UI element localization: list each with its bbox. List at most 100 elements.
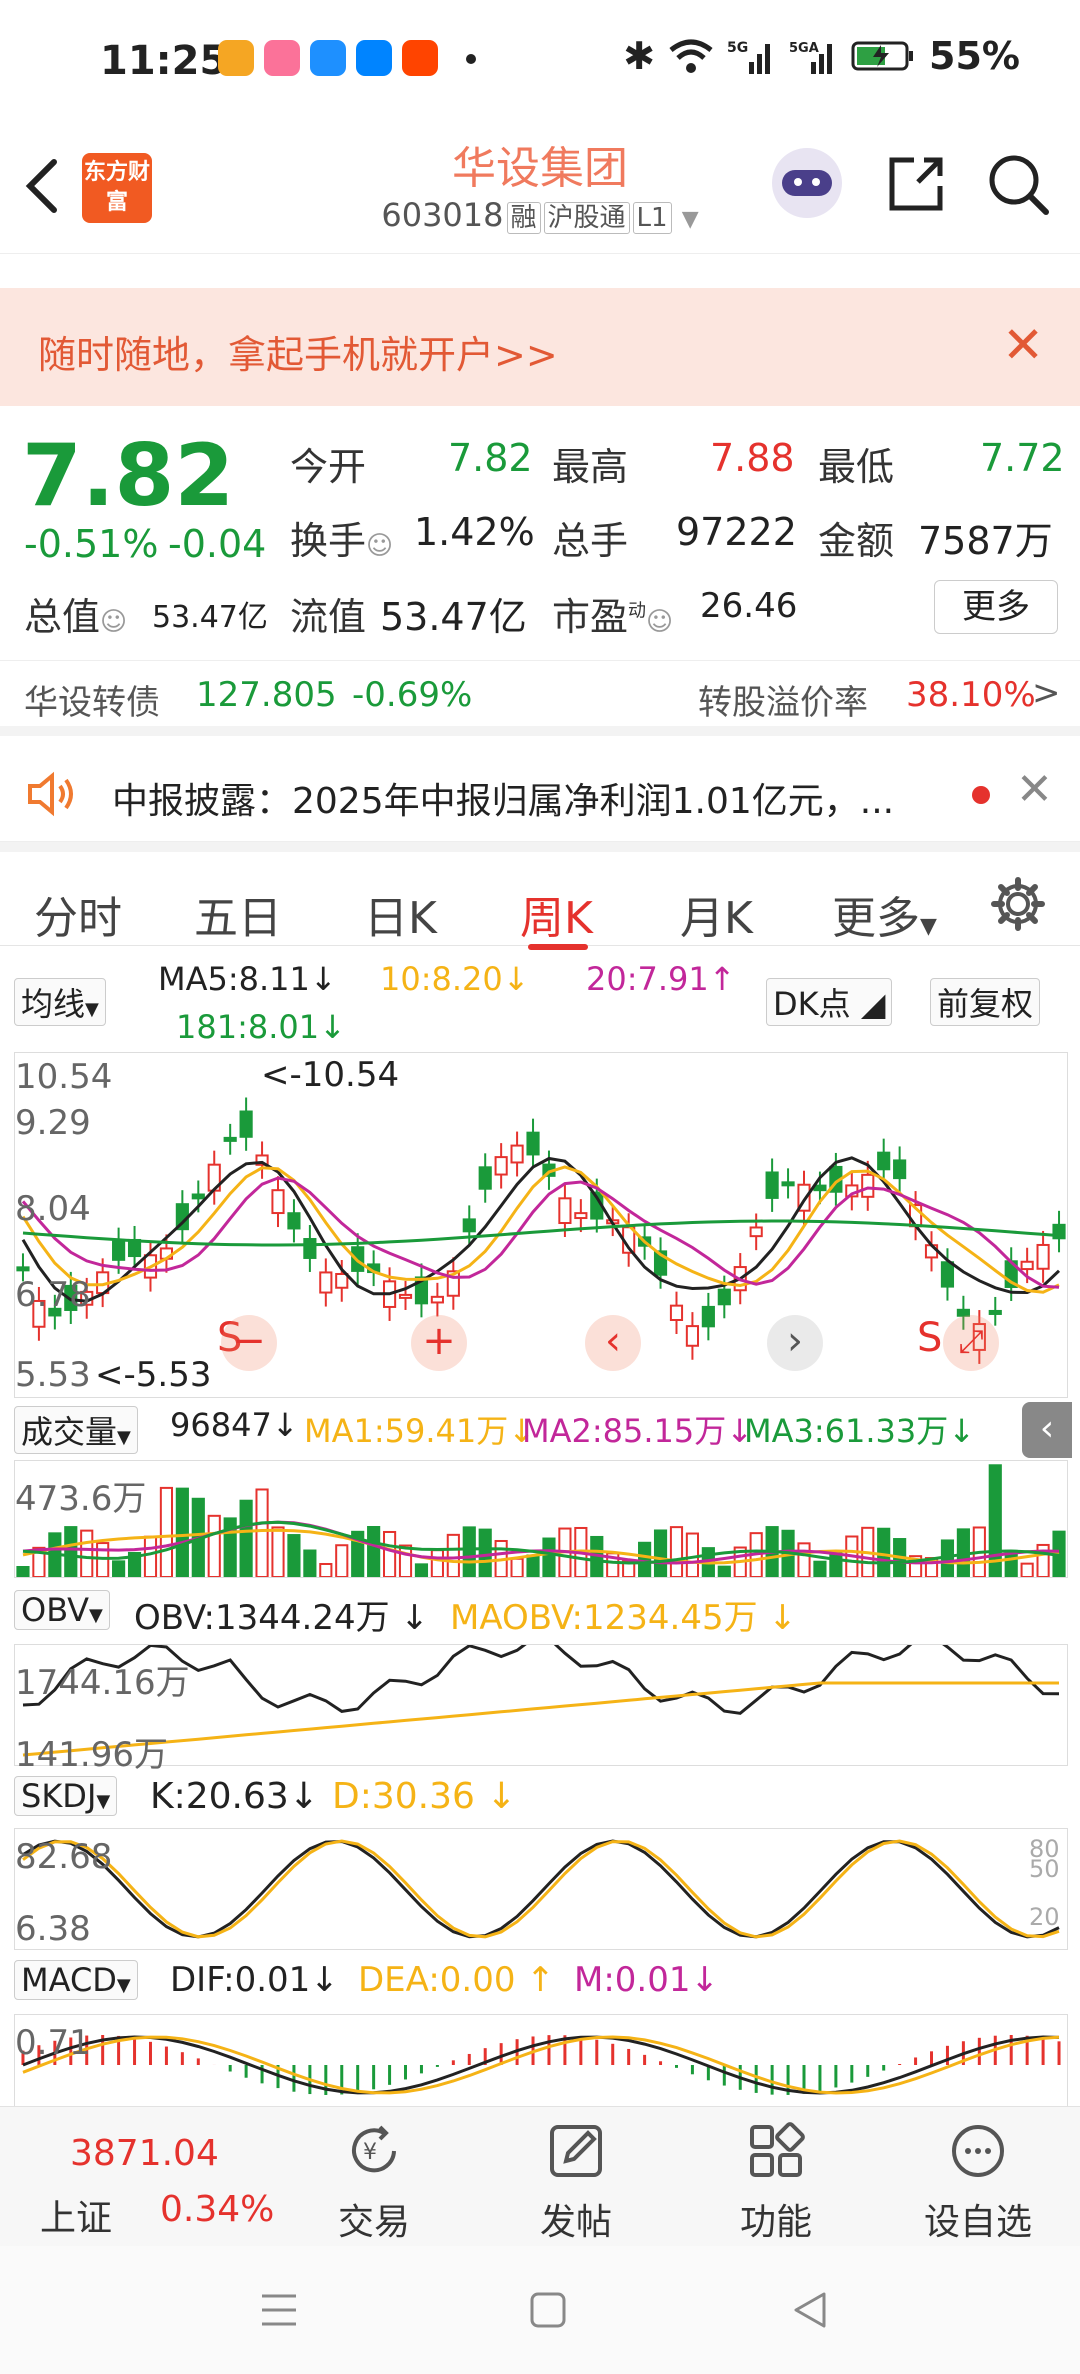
obv-selector[interactable]: OBV▼ — [14, 1590, 110, 1630]
index-ticker[interactable]: 3871.04 上证 0.34% — [0, 2107, 274, 2247]
kline-canvas — [16, 1097, 1066, 1364]
volume-bar — [430, 1549, 444, 1577]
index-name: 上证 — [40, 2198, 113, 2239]
tab-five-day[interactable]: 五日 — [194, 882, 282, 946]
volume-bar — [510, 1557, 524, 1577]
scroll-left-button[interactable]: ‹ — [585, 1315, 641, 1371]
tab-more[interactable]: 更多▼ — [832, 882, 937, 946]
kline-chart[interactable]: 10.54 9.29 8.04 6.78 5.53 <-10.54 <-5.53… — [14, 1052, 1068, 1398]
close-icon[interactable]: ✕ — [1016, 764, 1053, 815]
system-navigation-bar — [0, 2246, 1080, 2374]
tab-intraday[interactable]: 分时 — [34, 882, 122, 946]
candle-body — [191, 1193, 205, 1200]
axis-label: 1744.16万 — [15, 1663, 190, 1703]
home-icon[interactable] — [528, 2290, 568, 2330]
zoom-out-button[interactable]: − — [221, 1315, 277, 1371]
collapse-panel-icon[interactable]: ‹ — [1022, 1402, 1072, 1458]
notice-text: 中报披露：2025年中报归属净利润1.01亿元，... — [112, 781, 895, 822]
convertible-bond-row[interactable]: 华设转债 127.805 -0.69% 转股溢价率 38.10% > — [0, 660, 1080, 736]
bluetooth-icon: ✱ — [623, 34, 656, 78]
volume-value: 97222 — [676, 510, 797, 554]
wifi-icon — [669, 39, 713, 73]
min-price-marker: <-5.53 — [95, 1355, 212, 1395]
tab-daily-k[interactable]: 日K — [364, 882, 437, 946]
change-percent: -0.51% — [24, 522, 159, 566]
notice-bar[interactable]: 中报披露：2025年中报归属净利润1.01亿元，... ✕ — [0, 746, 1080, 842]
obv-value: OBV:1344.24万 ↓ — [134, 1598, 429, 1638]
scroll-right-button[interactable]: › — [767, 1315, 823, 1371]
candle-body — [1020, 1260, 1034, 1271]
more-button[interactable]: 更多 — [934, 580, 1058, 634]
search-icon[interactable] — [986, 152, 1052, 218]
back-icon[interactable] — [790, 2290, 830, 2330]
volume-bar — [526, 1554, 540, 1577]
volume-bar — [175, 1487, 189, 1577]
open-account-banner[interactable]: 随时随地，拿起手机就开户>> ✕ — [0, 288, 1080, 406]
zoom-in-button[interactable]: + — [411, 1315, 467, 1371]
unread-dot-icon — [972, 786, 990, 804]
fullscreen-icon[interactable]: ⤢ — [943, 1315, 999, 1371]
candle-body — [988, 1309, 1002, 1315]
signal-s: S — [917, 1315, 943, 1361]
macd-dea-line — [22, 2035, 1060, 2095]
tab-monthly-k[interactable]: 月K — [680, 882, 753, 946]
nav-add-watchlist[interactable]: 设自选 — [878, 2107, 1078, 2247]
volume-selector[interactable]: 成交量▼ — [14, 1406, 138, 1454]
ai-assistant-icon[interactable] — [772, 148, 842, 218]
axis-label: 6.38 — [15, 1909, 91, 1949]
skdj-selector[interactable]: SKDJ▼ — [14, 1776, 118, 1816]
ma10-value: 10:8.20↓ — [380, 960, 530, 998]
volume-bar — [239, 1499, 253, 1577]
adjust-selector[interactable]: 前复权 — [930, 978, 1041, 1026]
turnover-label: 换手☺ — [290, 519, 394, 563]
volume-bar — [414, 1563, 429, 1577]
chevron-right-icon: > — [1032, 673, 1061, 713]
bilibili-icon — [264, 40, 300, 76]
dk-point-toggle[interactable]: DK点 ◢ — [766, 978, 893, 1026]
battery-percent: 55% — [929, 34, 1020, 78]
candle-body — [940, 1261, 955, 1288]
ref-line-label: 50 — [1029, 1855, 1060, 1883]
candle-body — [861, 1173, 875, 1198]
volume-bar — [335, 1544, 349, 1577]
macd-selector[interactable]: MACD▼ — [14, 1960, 138, 2000]
tag-connect: 沪股通 — [543, 202, 630, 234]
obv-chart: 1744.16万 141.96万 — [14, 1644, 1068, 1775]
ma-selector[interactable]: 均线▼ — [14, 978, 106, 1026]
candle-body — [813, 1184, 827, 1192]
skdj-chart: 82.68 6.38 80 50 20 — [14, 1828, 1068, 1950]
candle-body — [717, 1288, 731, 1306]
axis-label: 473.6万 — [15, 1479, 147, 1519]
volume-bar — [64, 1526, 78, 1577]
candle-body — [877, 1151, 891, 1171]
close-icon[interactable]: ✕ — [1002, 316, 1044, 374]
volume-bar — [287, 1534, 301, 1577]
nav-post[interactable]: 发帖 — [476, 2107, 676, 2247]
settings-gear-icon[interactable] — [990, 876, 1046, 932]
candle-body — [1036, 1243, 1050, 1270]
candle-body — [558, 1197, 572, 1225]
candle-body — [239, 1110, 253, 1138]
tab-weekly-k[interactable]: 周K — [520, 882, 593, 946]
trade-icon: ¥ — [352, 2125, 396, 2173]
skdj-d-value: D:30.36 ↓ — [332, 1776, 517, 1817]
amount-label: 金额 — [818, 519, 895, 563]
candle-body — [223, 1136, 237, 1142]
grid-apps-icon — [750, 2122, 805, 2177]
premium-label: 转股溢价率 — [698, 683, 868, 723]
menu-icon[interactable] — [258, 2292, 300, 2328]
axis-label: 82.68 — [15, 1837, 113, 1877]
volume-bar — [446, 1533, 460, 1577]
volume-bar — [96, 1542, 110, 1577]
candle-body — [398, 1293, 413, 1299]
bond-change: -0.69% — [352, 675, 473, 715]
candle-body — [478, 1166, 492, 1190]
bottom-toolbar: 3871.04 上证 0.34% ¥ 交易 发帖 功能 设自选 — [0, 2106, 1080, 2246]
nav-functions[interactable]: 功能 — [676, 2107, 876, 2247]
nav-trade[interactable]: ¥ 交易 — [274, 2107, 474, 2247]
ma181-value: 181:8.01↓ — [176, 1008, 346, 1046]
candle-body — [287, 1212, 301, 1230]
volume-bar — [303, 1549, 317, 1577]
index-change: 0.34% — [160, 2189, 275, 2230]
share-icon[interactable] — [884, 152, 948, 216]
